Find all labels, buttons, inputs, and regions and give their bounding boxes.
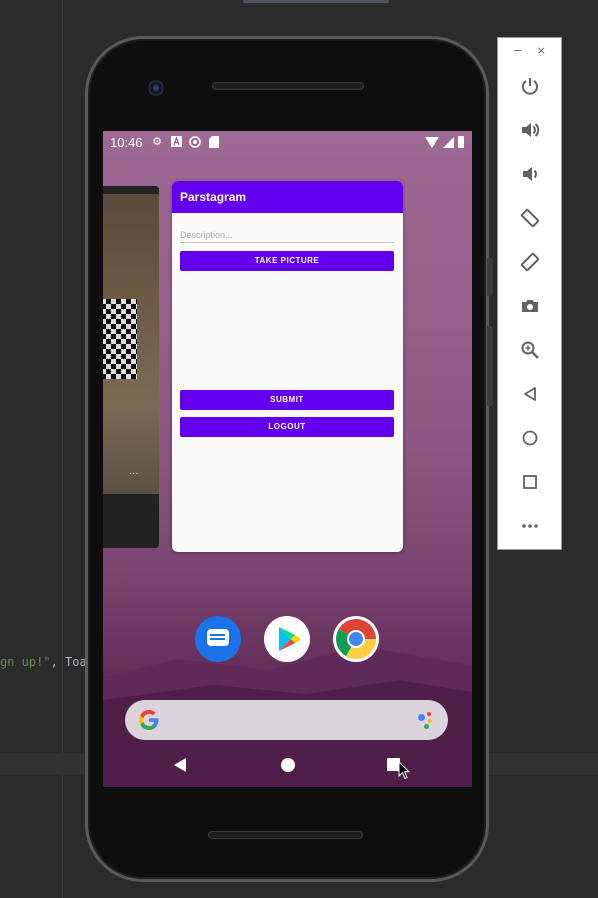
nav-home-icon[interactable]	[281, 758, 295, 772]
more-icon[interactable]	[510, 504, 550, 548]
phone-speaker-top	[212, 82, 364, 90]
status-icons-left: ⚙	[151, 136, 220, 148]
logout-button[interactable]: LOGOUT	[180, 417, 394, 437]
zoom-icon[interactable]	[510, 328, 550, 372]
battery-icon	[458, 136, 464, 148]
google-assistant-icon[interactable]	[416, 711, 436, 729]
messages-icon[interactable]	[195, 616, 241, 662]
nav-back-icon[interactable]	[174, 758, 186, 772]
ide-code-line[interactable]: gn up!", Toas	[0, 655, 94, 669]
signal-icon	[443, 136, 454, 148]
home-icon[interactable]	[510, 416, 550, 460]
description-input[interactable]	[180, 227, 394, 243]
status-time: 10:46	[110, 135, 143, 150]
phone-screen: 10:46 ⚙ ... Parstagram TAKE PICTURE SUBM…	[103, 131, 472, 787]
back-icon[interactable]	[510, 372, 550, 416]
sd-card-icon	[208, 136, 220, 148]
submit-button[interactable]: SUBMIT	[180, 390, 394, 410]
camera-icon[interactable]	[510, 284, 550, 328]
wifi-icon	[425, 136, 439, 148]
take-picture-button[interactable]: TAKE PICTURE	[180, 251, 394, 271]
more-icon[interactable]: ...	[129, 466, 139, 477]
rotate-left-icon[interactable]	[510, 196, 550, 240]
volume-up-icon[interactable]	[510, 108, 550, 152]
phone-power-button[interactable]	[487, 258, 493, 296]
ide-tab-indicator	[243, 0, 389, 3]
google-logo-icon	[139, 710, 159, 730]
checkerboard-image	[103, 299, 137, 379]
phone-volume-button[interactable]	[487, 326, 493, 406]
cast-icon	[189, 136, 201, 148]
camera-preview-image	[103, 194, 159, 494]
gear-icon: ⚙	[152, 135, 162, 148]
emulator-toolbar: − ×	[497, 37, 562, 550]
rotate-right-icon[interactable]	[510, 240, 550, 284]
app-bar: Parstagram	[172, 181, 403, 213]
minimize-button[interactable]: −	[513, 44, 522, 64]
google-search-bar[interactable]	[125, 700, 448, 740]
chrome-icon[interactable]	[333, 616, 379, 662]
code-string: gn up!"	[0, 655, 51, 669]
power-icon[interactable]	[510, 64, 550, 108]
emulator-window-controls: − ×	[498, 38, 561, 64]
volume-down-icon[interactable]	[510, 152, 550, 196]
play-store-icon[interactable]	[264, 616, 310, 662]
recent-app-card-camera[interactable]: ...	[103, 186, 159, 548]
front-camera	[148, 80, 164, 96]
phone-speaker-bottom	[208, 831, 363, 839]
status-icons-right	[425, 136, 464, 148]
font-icon	[170, 136, 182, 148]
overview-icon[interactable]	[510, 460, 550, 504]
close-button[interactable]: ×	[537, 44, 546, 64]
status-bar: 10:46 ⚙	[103, 131, 472, 153]
app-title: Parstagram	[180, 190, 247, 204]
mouse-cursor-icon	[398, 761, 410, 780]
recent-app-card-parstagram[interactable]: Parstagram TAKE PICTURE SUBMIT LOGOUT	[172, 181, 403, 552]
